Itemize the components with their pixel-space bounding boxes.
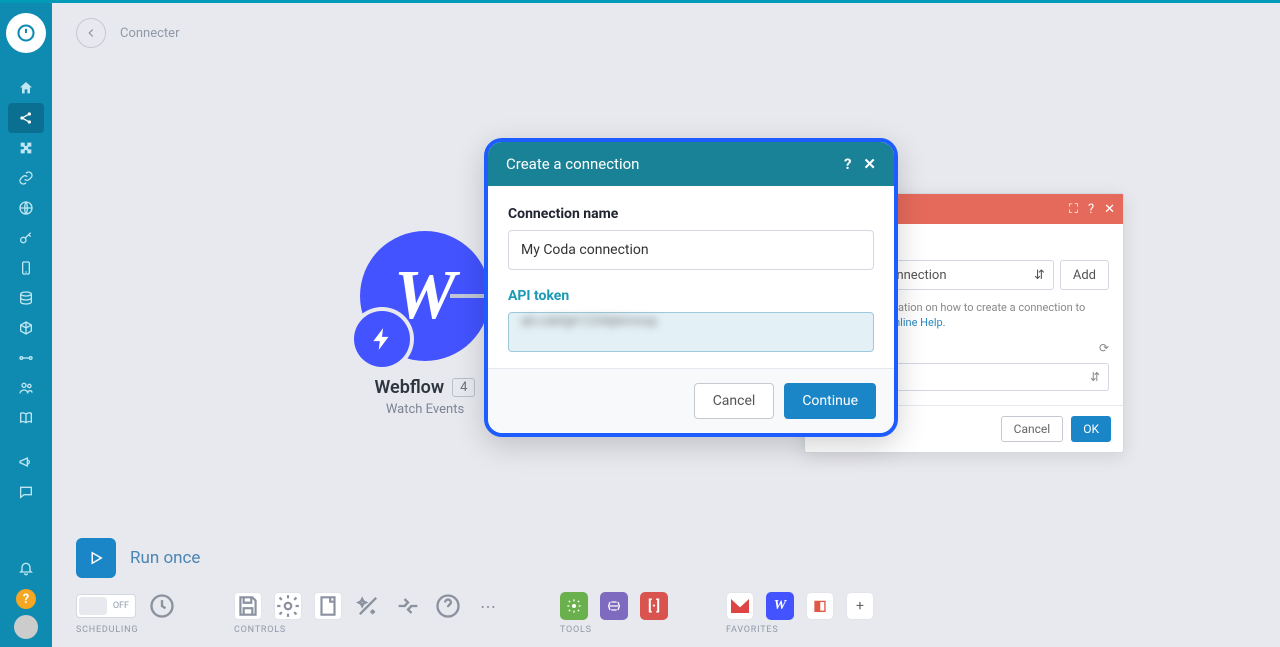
dialog-help-icon[interactable]: ? (844, 155, 851, 173)
module-title: Webflow (375, 377, 445, 398)
dialog-title: Create a connection (506, 155, 639, 173)
bell-icon[interactable] (8, 553, 44, 583)
panel-close-icon[interactable]: ✕ (1104, 202, 1115, 217)
run-once-button[interactable] (76, 538, 116, 578)
panel-cancel-button[interactable]: Cancel (1001, 416, 1064, 442)
app-logo[interactable] (6, 13, 46, 53)
back-button[interactable] (76, 18, 106, 48)
scheduling-toggle[interactable]: OFF (76, 594, 136, 618)
create-connection-dialog: Create a connection ? ✕ Connection name … (484, 138, 898, 437)
dialog-cancel-button[interactable]: Cancel (694, 383, 775, 419)
tool-text-app[interactable]: [·] (640, 592, 668, 620)
tool-flow-app[interactable] (600, 592, 628, 620)
favorite-webflow[interactable]: W (766, 592, 794, 620)
puzzle-icon[interactable] (8, 133, 44, 163)
expand-icon[interactable]: ⛶ (1069, 202, 1078, 217)
controls-group-label: CONTROLS (234, 625, 502, 635)
share-icon[interactable] (8, 103, 44, 133)
api-token-input[interactable]: ab-cdefgh1234ijklmnop (508, 312, 874, 352)
users-icon[interactable] (8, 373, 44, 403)
panel-ok-button[interactable]: OK (1071, 416, 1111, 442)
tools-group-label: TOOLS (560, 625, 668, 635)
message-icon[interactable] (8, 477, 44, 507)
chevron-updown-icon: ⇵ (1090, 370, 1100, 384)
key-icon[interactable] (8, 223, 44, 253)
favorites-group-label: FAVORITES (726, 625, 874, 635)
scheduling-group-label: SCHEDULING (76, 625, 176, 635)
note-icon[interactable] (314, 592, 342, 620)
avatar[interactable] (14, 615, 38, 639)
add-connection-button[interactable]: Add (1060, 260, 1109, 290)
clock-icon[interactable] (148, 592, 176, 620)
breadcrumb: Connecter (120, 26, 179, 41)
help-icon[interactable]: ? (16, 589, 36, 609)
add-favorite-button[interactable]: + (846, 592, 874, 620)
module-subtitle: Watch Events (386, 402, 464, 417)
more-icon[interactable]: ⋯ (474, 592, 502, 620)
megaphone-icon[interactable] (8, 447, 44, 477)
api-token-label: API token (508, 288, 874, 304)
home-icon[interactable] (8, 73, 44, 103)
refresh-icon[interactable]: ⟳ (1099, 341, 1109, 355)
database-icon[interactable] (8, 283, 44, 313)
module-badge: 4 (452, 378, 475, 397)
left-sidebar: ? (0, 3, 52, 647)
book-icon[interactable] (8, 403, 44, 433)
favorite-gmail[interactable] (726, 592, 754, 620)
mobile-icon[interactable] (8, 253, 44, 283)
globe-icon[interactable] (8, 193, 44, 223)
tool-gear-app[interactable] (560, 592, 588, 620)
control-help-icon[interactable] (434, 592, 462, 620)
gear-icon[interactable] (274, 592, 302, 620)
dialog-continue-button[interactable]: Continue (784, 383, 876, 419)
lightning-icon (354, 311, 410, 367)
link-icon[interactable] (8, 163, 44, 193)
node-icon[interactable] (8, 343, 44, 373)
connection-name-label: Connection name (508, 206, 874, 222)
toggle-label: OFF (113, 601, 129, 611)
dialog-header: Create a connection ? ✕ (488, 142, 894, 186)
chevron-updown-icon: ⇵ (1034, 268, 1045, 283)
panel-help-icon[interactable]: ? (1088, 202, 1094, 217)
run-once-label: Run once (130, 548, 200, 568)
magic-wand-icon[interactable] (354, 592, 382, 620)
align-icon[interactable] (394, 592, 422, 620)
favorite-coda[interactable]: ◧ (806, 592, 834, 620)
page-header: Connecter (52, 3, 1280, 63)
cube-icon[interactable] (8, 313, 44, 343)
connection-name-input[interactable] (508, 230, 874, 270)
save-icon[interactable] (234, 592, 262, 620)
scenario-canvas: W Webflow 4 Watch Events Create a Row ⛶ … (52, 63, 1280, 647)
dialog-close-icon[interactable]: ✕ (863, 155, 876, 173)
bottom-toolbar: Run once OFF SCHEDULING (76, 538, 1268, 635)
api-token-value: ab-cdefgh1234ijklmnop (521, 314, 657, 329)
